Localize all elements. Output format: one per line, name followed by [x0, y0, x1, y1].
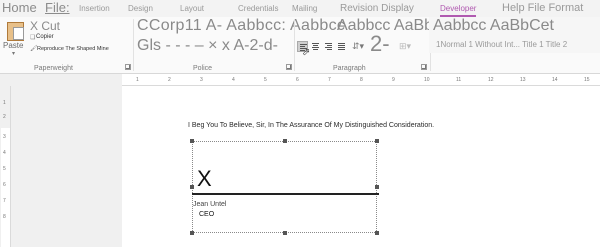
align-right-button[interactable]: [323, 41, 334, 52]
signature-line: [192, 193, 379, 195]
resize-handle[interactable]: [190, 185, 194, 189]
ruler-number: 8: [360, 77, 363, 83]
ruler-number: 2: [3, 114, 6, 120]
paste-button[interactable]: Paste: [3, 41, 23, 50]
signature-x-mark: X: [197, 166, 212, 191]
paste-icon[interactable]: [7, 22, 24, 41]
ruler-number: 4: [232, 77, 235, 83]
borders-icon[interactable]: ⊞▾: [399, 41, 411, 52]
resize-handle[interactable]: [283, 231, 287, 235]
align-center-button[interactable]: [310, 41, 321, 52]
group-divider: [294, 19, 295, 71]
font-launcher-icon[interactable]: [286, 64, 292, 70]
resize-handle[interactable]: [375, 231, 379, 235]
ruler-number: 7: [328, 77, 331, 83]
group-divider: [133, 19, 134, 71]
ruler-margin-area: [0, 74, 122, 86]
tab-revision-display[interactable]: Revision Display: [340, 0, 414, 17]
ribbon: Paste ▾ X Cut Copier ❏ 🖌 Reproduce The S…: [0, 17, 600, 74]
tab-design[interactable]: Design: [128, 0, 153, 17]
ruler-number: 5: [264, 77, 267, 83]
ruler-number: 4: [3, 150, 6, 156]
ruler-number: 1: [136, 77, 139, 83]
mouse-pointer-icon: ⬀: [302, 47, 311, 58]
cut-button[interactable]: X Cut: [30, 19, 60, 33]
ruler-number: 7: [3, 198, 6, 204]
line-spacing-icon[interactable]: ⇵▾: [352, 41, 364, 52]
signature-line-box[interactable]: [192, 141, 377, 233]
ruler-number: 13: [520, 77, 526, 83]
group-label-clipboard: Paperweight: [34, 65, 73, 72]
justify-button[interactable]: [336, 41, 347, 52]
ruler-number: 14: [552, 77, 558, 83]
tab-mailing[interactable]: Mailing: [292, 0, 317, 17]
font-row-top[interactable]: CCorp11 A- Aabbcc: Aabbcc: [137, 17, 345, 35]
resize-handle[interactable]: [190, 139, 194, 143]
ruler-number: 2: [168, 77, 171, 83]
styles-row-top[interactable]: Aabbcc AaBbCet: [433, 17, 554, 35]
paragraph-launcher-icon[interactable]: [421, 64, 427, 70]
ruler-number: 5: [3, 166, 6, 172]
ruler-number: 12: [488, 77, 494, 83]
group-label-paragraph: Paragraph: [333, 65, 366, 72]
document-closing-line[interactable]: I Beg You To Believe, Sir, In The Assura…: [188, 122, 434, 129]
resize-handle[interactable]: [190, 231, 194, 235]
ruler-number: 8: [3, 214, 6, 220]
ruler-number: 11: [456, 77, 462, 83]
ribbon-tab-bar: Home File: Insertion Design Layout Crede…: [0, 0, 600, 17]
styles-list[interactable]: 1Normal 1 Without Int... Title 1 Title 2: [436, 40, 600, 49]
tab-file[interactable]: File:: [45, 0, 70, 16]
copy-icon: ❏: [30, 35, 36, 41]
resize-handle[interactable]: [283, 139, 287, 143]
tab-help-file-format[interactable]: Help File Format: [502, 0, 583, 17]
tab-developer[interactable]: Developer: [440, 0, 477, 17]
tab-layout[interactable]: Layout: [180, 0, 204, 17]
format-painter-button[interactable]: Reproduce The Shaped Mine: [37, 46, 109, 52]
font-row-bottom[interactable]: Gls - - - – × x A-2-d-: [137, 37, 278, 55]
ruler-number: 3: [200, 77, 203, 83]
signer-name: Jean Untel: [193, 201, 227, 208]
resize-handle[interactable]: [375, 139, 379, 143]
group-label-font: Police: [193, 65, 213, 72]
ruler-number: 15: [584, 77, 590, 83]
paste-dropdown-icon[interactable]: ▾: [12, 50, 15, 57]
ruler-number: 9: [392, 77, 395, 83]
signer-title: CEO: [199, 211, 215, 218]
ruler-number: 10: [424, 77, 430, 83]
tab-credentials[interactable]: Credentials: [238, 0, 278, 17]
clipboard-launcher-icon[interactable]: [125, 64, 131, 70]
tab-home[interactable]: Home: [2, 0, 37, 16]
ruler-number: 3: [3, 134, 6, 140]
ruler-number: 6: [3, 182, 6, 188]
copy-button[interactable]: Copier: [36, 34, 54, 40]
ruler-number: 6: [296, 77, 299, 83]
resize-handle[interactable]: [375, 185, 379, 189]
ruler-number: 1: [3, 100, 6, 106]
tab-insertion[interactable]: Insertion: [79, 0, 110, 17]
horizontal-ruler[interactable]: 1 2 3 4 5 6 7 8 9 10 11 12 13 14 15: [122, 74, 600, 86]
